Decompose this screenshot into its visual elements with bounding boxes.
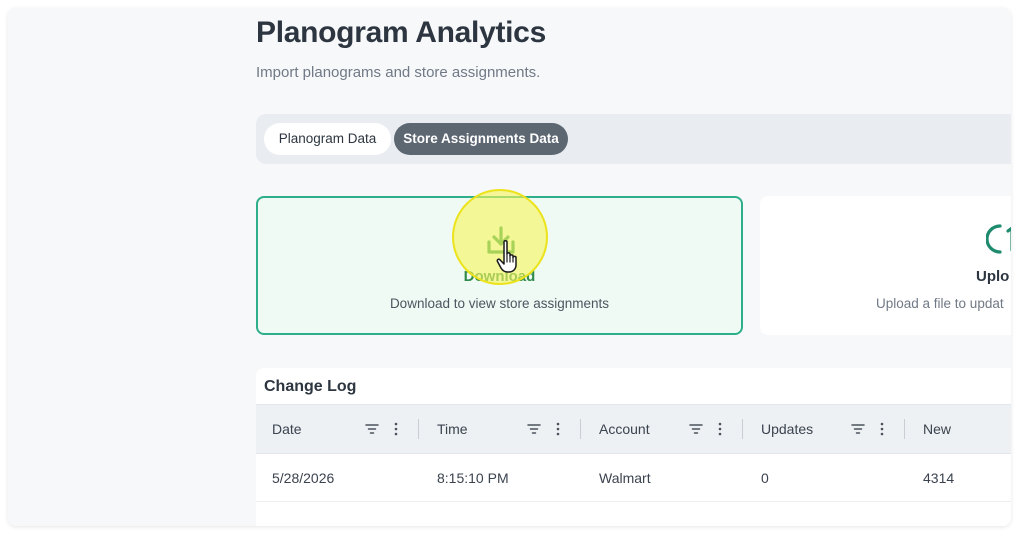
table-header: Date Time Account Updates New xyxy=(256,404,1011,454)
column-separator[interactable] xyxy=(904,419,905,439)
column-menu-icon[interactable] xyxy=(879,421,885,437)
change-log-title: Change Log xyxy=(264,378,357,395)
upload-icon xyxy=(986,224,1011,254)
column-header-updates[interactable]: Updates xyxy=(761,405,813,453)
hand-cursor-icon xyxy=(496,239,517,273)
tab-planogram-data[interactable]: Planogram Data xyxy=(264,123,391,155)
column-separator[interactable] xyxy=(742,419,743,439)
column-separator[interactable] xyxy=(418,419,419,439)
column-header-account[interactable]: Account xyxy=(599,405,650,453)
column-header-new[interactable]: New xyxy=(923,405,951,453)
upload-card-description: Upload a file to updat xyxy=(876,296,1004,311)
filter-icon[interactable] xyxy=(850,421,866,437)
filter-icon[interactable] xyxy=(364,421,380,437)
cell-date: 5/28/2026 xyxy=(272,470,335,486)
upload-card[interactable]: Uplo Upload a file to updat xyxy=(760,196,1011,335)
column-header-time[interactable]: Time xyxy=(437,405,468,453)
tab-store-assignments-data[interactable]: Store Assignments Data xyxy=(394,123,568,155)
column-separator[interactable] xyxy=(580,419,581,439)
cell-time: 8:15:10 PM xyxy=(437,470,509,486)
tabs-bar: Planogram Data Store Assignments Data xyxy=(256,114,1011,164)
change-log-panel: Change Log Date Time Account Updates New… xyxy=(256,368,1011,526)
main-content: Planogram Analytics Import planograms an… xyxy=(256,8,1011,526)
table-row[interactable]: 5/28/2026 8:15:10 PM Walmart 0 4314 xyxy=(256,454,1011,502)
column-header-date[interactable]: Date xyxy=(272,405,302,453)
upload-card-title: Uplo xyxy=(976,268,1010,285)
filter-icon[interactable] xyxy=(526,421,542,437)
column-menu-icon[interactable] xyxy=(555,421,561,437)
cell-account: Walmart xyxy=(599,470,651,486)
filter-icon[interactable] xyxy=(688,421,704,437)
download-card-description: Download to view store assignments xyxy=(389,296,610,311)
page-subtitle: Import planograms and store assignments. xyxy=(256,64,541,81)
cell-updates: 0 xyxy=(761,470,769,486)
table-row[interactable] xyxy=(256,502,1011,526)
page-title: Planogram Analytics xyxy=(256,16,546,49)
column-menu-icon[interactable] xyxy=(393,421,399,437)
column-menu-icon[interactable] xyxy=(717,421,723,437)
cell-new: 4314 xyxy=(923,470,955,486)
